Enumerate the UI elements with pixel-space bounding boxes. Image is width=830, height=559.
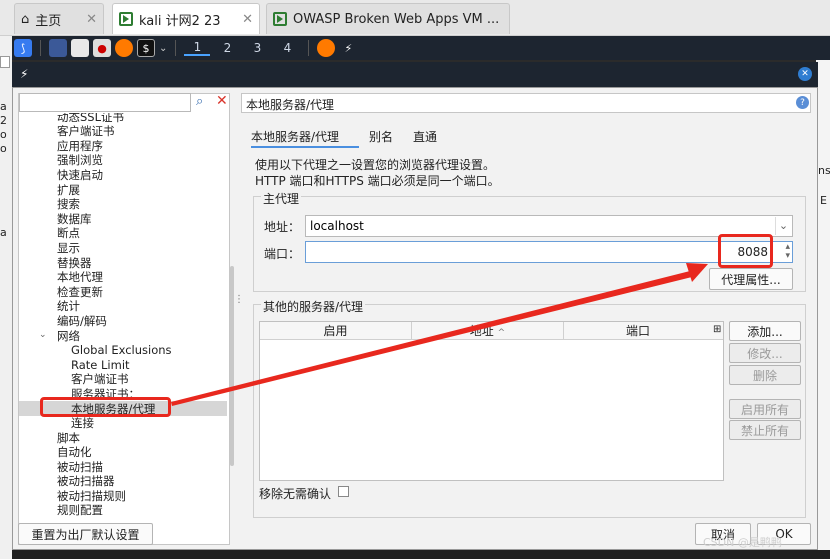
arrow-shaft — [171, 270, 696, 406]
annotation-arrow — [171, 263, 708, 406]
watermark: CSDN @是鸭鸭 — [703, 536, 782, 549]
arrow-head — [686, 263, 708, 282]
